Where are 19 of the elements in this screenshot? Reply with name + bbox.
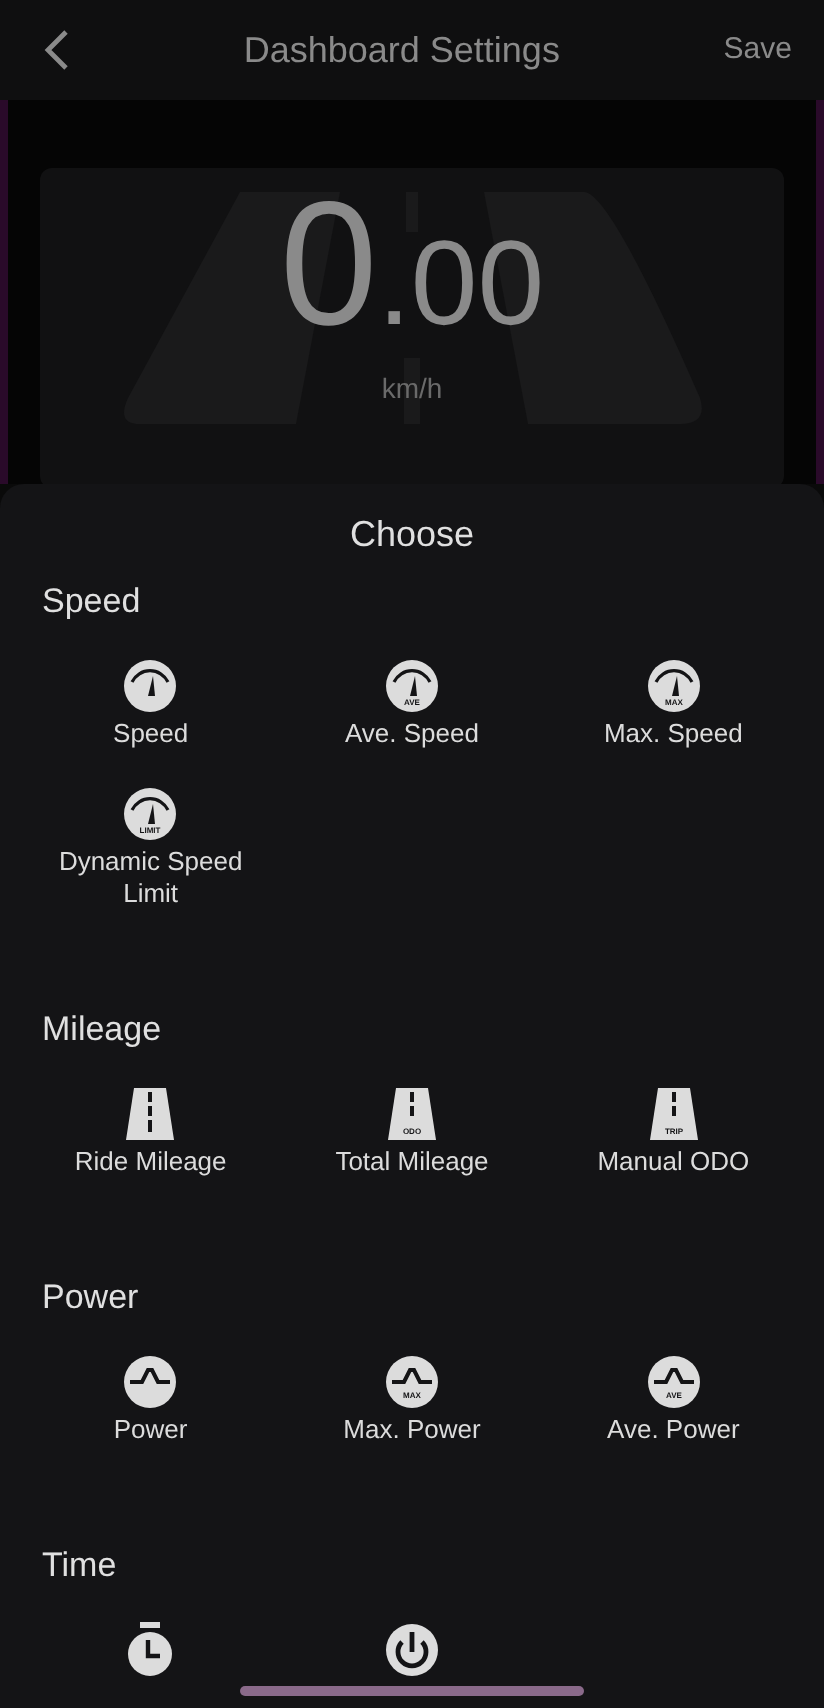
road-icon (122, 1086, 179, 1142)
gauge-icon (122, 658, 179, 714)
widget-option[interactable]: Speed (20, 658, 282, 750)
widget-option[interactable]: Ride Mileage (20, 1086, 282, 1178)
stopwatch-icon (124, 1622, 177, 1678)
power-curve-icon (122, 1354, 179, 1410)
speed-value: 0 (279, 176, 378, 352)
section-heading: Mileage (40, 1008, 164, 1052)
widget-option[interactable]: Power (20, 1354, 282, 1446)
save-button[interactable]: Save (715, 27, 800, 73)
power-icon (383, 1622, 440, 1678)
speed-unit: km/h (381, 370, 443, 408)
section-heading: Speed (40, 580, 143, 624)
back-icon (42, 28, 70, 72)
section-heading: Time (40, 1544, 119, 1588)
sheet-title: Choose (347, 512, 477, 558)
speed-decimals: .00 (377, 224, 545, 344)
page-title: Dashboard Settings (243, 27, 560, 74)
section-heading: Power (40, 1276, 141, 1320)
